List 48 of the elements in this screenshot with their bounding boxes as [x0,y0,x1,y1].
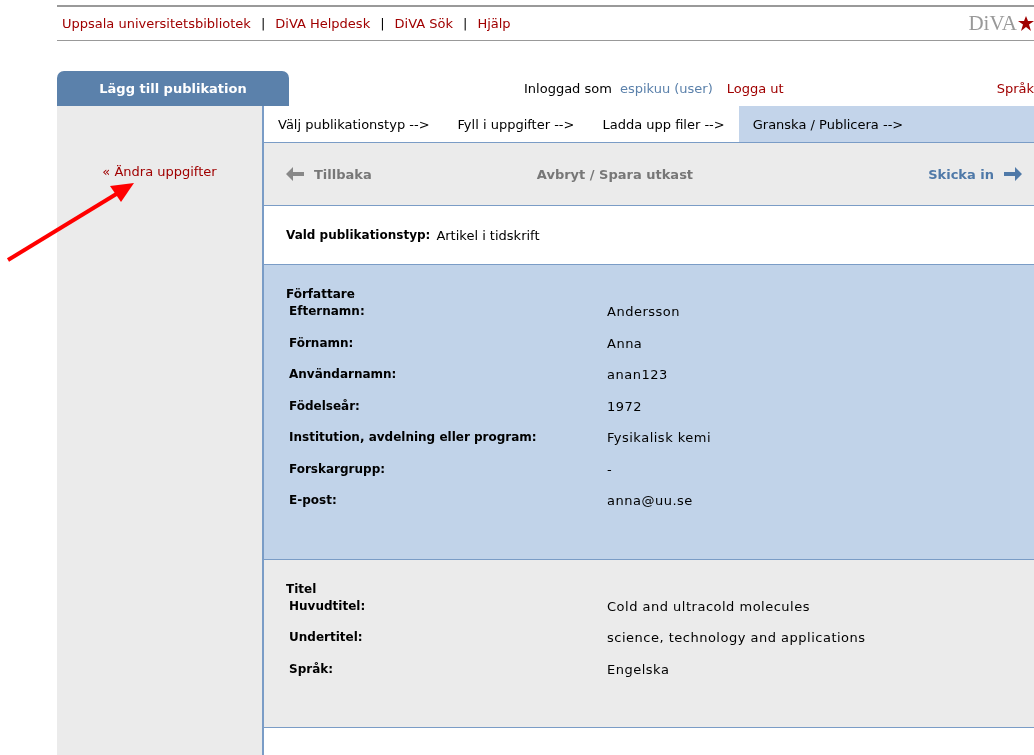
field-value: anan123 [607,367,668,382]
field-value: 1972 [607,398,643,414]
field-value: Anna [607,335,643,351]
back-button[interactable]: Tillbaka [286,166,372,182]
field-label: Huvudtitel: [289,598,367,613]
logout-link[interactable]: Logga ut [726,81,784,96]
field-label: Undertitel: [289,630,364,644]
star-icon [1018,15,1034,32]
link-separator: | [380,16,385,31]
section-heading: Titel [286,581,318,596]
page-tab[interactable]: Lägg till publikation [57,71,289,106]
field-label: Institution, avdelning eller program: [289,430,538,444]
link-separator: | [463,16,468,31]
field-label: Födelseår: [289,398,361,413]
user-link[interactable]: espikuu (user) [619,81,713,96]
section-heading: Författare [286,287,356,301]
field-label: Språk: [289,661,335,676]
edit-details-link[interactable]: « Ändra uppgifter [102,164,217,180]
language-link[interactable]: Språk [996,81,1034,96]
field-value: Andersson [607,304,680,319]
wizard-step[interactable]: Granska / Publicera --> [738,106,1034,142]
wizard-step[interactable]: Ladda upp filer --> [588,106,739,142]
field-label: Efternamn: [289,304,366,318]
field-value: - [607,461,613,477]
field-label: Vald publikationstyp: [286,228,431,242]
header-link[interactable]: Uppsala universitetsbibliotek [62,16,251,31]
field-value: Artikel i tidskrift [436,227,540,243]
field-value: science, technology and applications [607,630,866,645]
left-arrow-icon [286,167,304,181]
field-value: Fysikalisk kemi [607,430,712,445]
logo-text: DiVA [968,11,1017,36]
submit-button[interactable]: Skicka in [928,166,1022,182]
field-label: Användarnamn: [289,367,398,381]
link-separator: | [260,16,266,31]
right-arrow-icon [1004,167,1022,181]
field-label: Forskargrupp: [289,461,387,476]
field-value: Cold and ultracold molecules [607,598,810,614]
login-label: Inloggad som [524,81,612,96]
wizard-step[interactable]: Fyll i uppgifter --> [443,106,589,142]
field-label: Förnamn: [289,335,355,350]
field-label: E-post: [289,493,338,507]
header-link[interactable]: Hjälp [477,16,511,31]
cancel-save-draft-link[interactable]: Avbryt / Spara utkast [371,166,929,182]
field-value: Engelska [607,661,670,677]
wizard-step[interactable]: Välj publikationstyp --> [264,106,444,142]
header-link[interactable]: DiVA Helpdesk [275,16,371,31]
field-value: anna@uu.se [607,493,693,508]
header-link[interactable]: DiVA Sök [394,16,453,31]
